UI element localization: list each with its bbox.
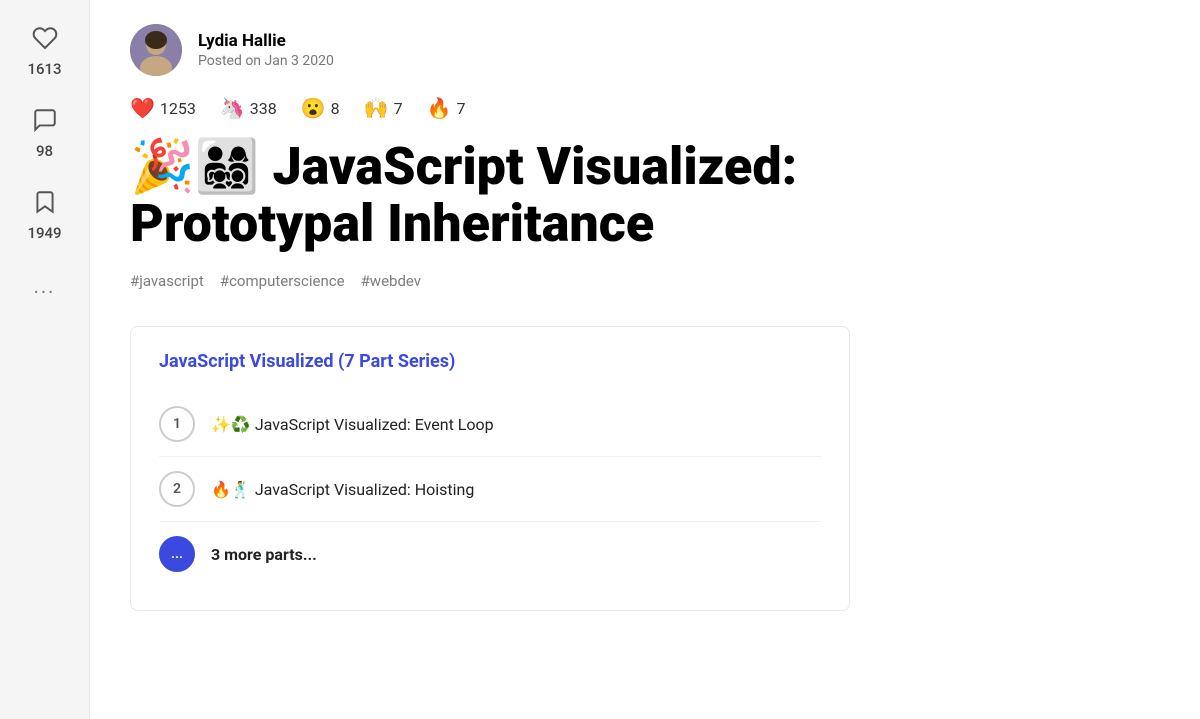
reaction-item[interactable]: 🔥 7 <box>427 96 466 120</box>
reaction-count: 8 <box>331 99 340 118</box>
reaction-item[interactable]: 🦄 338 <box>220 96 277 120</box>
author-info: Lydia Hallie Posted on Jan 3 2020 <box>198 31 334 69</box>
series-items: 1 ✨♻️ JavaScript Visualized: Event Loop 2 🔥… <box>159 392 821 586</box>
series-item[interactable]: 1 ✨♻️ JavaScript Visualized: Event Loop <box>159 392 821 457</box>
author-header: Lydia Hallie Posted on Jan 3 2020 <box>130 24 950 76</box>
series-item[interactable]: 2 🔥🕺 JavaScript Visualized: Hoisting <box>159 457 821 522</box>
reaction-emoji: ❤️ <box>130 96 155 120</box>
reaction-item[interactable]: ❤️ 1253 <box>130 96 196 120</box>
tag[interactable]: #webdev <box>361 272 421 290</box>
reaction-emoji: 😮 <box>301 96 326 120</box>
bookmark-count: 1949 <box>27 224 61 242</box>
series-more-num: ... <box>159 536 195 572</box>
series-more-label: 3 more parts... <box>211 545 317 564</box>
tag[interactable]: #javascript <box>130 272 204 290</box>
sidebar: 1613 98 1949 ... <box>0 0 90 719</box>
series-item-num: 1 <box>159 406 195 442</box>
reaction-emoji: 🙌 <box>364 96 389 120</box>
tag[interactable]: #computerscience <box>220 272 345 290</box>
post-date: Posted on Jan 3 2020 <box>198 53 334 69</box>
reaction-count: 7 <box>456 99 465 118</box>
like-action[interactable]: 1613 <box>27 20 63 78</box>
avatar <box>130 24 182 76</box>
comment-icon <box>27 102 63 138</box>
bookmark-action[interactable]: 1949 <box>27 184 63 242</box>
author-name[interactable]: Lydia Hallie <box>198 31 334 51</box>
series-item-label: ✨♻️ JavaScript Visualized: Event Loop <box>211 415 494 434</box>
reaction-count: 1253 <box>160 99 196 118</box>
reaction-item[interactable]: 🙌 7 <box>364 96 403 120</box>
main-content: Lydia Hallie Posted on Jan 3 2020 ❤️ 125… <box>90 0 990 719</box>
title-emojis: 🎉👨‍👩‍👧‍👦 <box>130 136 272 197</box>
reaction-emoji: 🦄 <box>220 96 245 120</box>
comment-count: 98 <box>36 142 53 160</box>
reaction-item[interactable]: 😮 8 <box>301 96 340 120</box>
reaction-emoji: 🔥 <box>427 96 452 120</box>
post-title: 🎉👨‍👩‍👧‍👦 JavaScript Visualized: Prototyp… <box>130 138 950 252</box>
reactions-row: ❤️ 1253 🦄 338 😮 8 🙌 7 🔥 7 <box>130 96 950 120</box>
avatar-image <box>130 24 182 76</box>
tags-row: #javascript #computerscience #webdev <box>130 272 950 290</box>
like-count: 1613 <box>27 60 61 78</box>
heart-icon <box>27 20 63 56</box>
series-box: JavaScript Visualized (7 Part Series) 1 ✨… <box>130 326 850 611</box>
series-item-num: 2 <box>159 471 195 507</box>
more-actions[interactable]: ... <box>34 274 56 298</box>
reaction-count: 338 <box>250 99 277 118</box>
bookmark-icon <box>27 184 63 220</box>
series-item[interactable]: ... 3 more parts... <box>159 522 821 586</box>
comment-action[interactable]: 98 <box>27 102 63 160</box>
series-item-label: 🔥🕺 JavaScript Visualized: Hoisting <box>211 480 474 499</box>
series-title: JavaScript Visualized (7 Part Series) <box>159 351 821 372</box>
reaction-count: 7 <box>394 99 403 118</box>
